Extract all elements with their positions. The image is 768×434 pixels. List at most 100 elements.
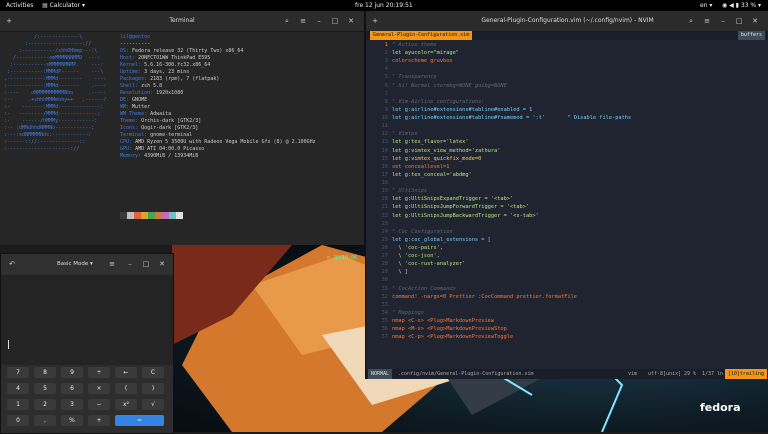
code-line: \ 'coc-json', [392,253,440,260]
calc-key[interactable]: 5 [34,383,56,394]
calc-key[interactable]: 3 [61,399,83,410]
code-line: let ayucolor="mirage" [392,50,459,57]
calc-key[interactable]: C [142,367,164,378]
line-number: 13 [381,139,388,146]
activities-button[interactable]: Activities [6,0,33,11]
line-number: 15 [381,155,388,162]
calc-key[interactable]: 7 [7,367,29,378]
line-number: 3 [384,58,388,65]
line-number: 12 [381,131,388,138]
line-number: 26 [381,245,388,251]
calc-key[interactable]: , [34,415,56,426]
calc-key[interactable]: 4 [7,383,29,394]
line-number: 37 [381,334,388,341]
close-icon[interactable]: ✕ [346,16,356,26]
info-line: Icons: Qogir-dark [GTK2/3] [120,125,199,131]
maximize-icon[interactable]: □ [330,16,340,26]
calc-key[interactable]: 1 [7,399,29,410]
calc-key[interactable]: ) [142,383,164,394]
calc-key[interactable]: 9 [61,367,83,378]
line-number: 20 [381,196,388,203]
color-swatch [127,212,134,219]
terminal-title: Terminal [169,17,195,24]
minimize-icon[interactable]: – [314,16,324,26]
calculator-window[interactable]: ↶ Basic Mode ▾ ≡ – □ ✕ 7 8 9 ÷ ← C 4 5 6 × () 1 2 3− x… [0,253,174,434]
code-line: let g:UltiSnipsExpandTrigger = '<tab>' [392,196,514,203]
info-line: WM Theme: Adwaita [120,111,172,117]
menu-icon[interactable]: ≡ [107,259,117,269]
code-line: let g:UltiSnipsJumpBackwardTrigger = '<s… [392,212,539,219]
calc-key[interactable]: ( [115,383,137,394]
calc-key[interactable]: × [88,383,110,394]
clock[interactable]: fre 12 jun 20:19:51 [355,0,413,11]
code-line: " Vim-Airline configurations: [392,98,485,105]
calc-key[interactable]: 8 [34,367,56,378]
status-icons[interactable]: ◉ ◀ ▮ 33 % ▾ [722,0,761,11]
calculator-display[interactable] [1,275,173,365]
search-icon[interactable]: ⌕ [686,16,696,26]
calc-key[interactable]: x² [115,399,137,410]
code-line: \ 'coc-pairs', [392,245,444,251]
calc-key[interactable]: 6 [61,383,83,394]
nvim-tabline: General-Plugin-Configuration.vim buffers [366,31,768,40]
info-line: Terminal: gnome-terminal [120,132,193,138]
tab-buffers[interactable]: buffers [737,31,765,40]
code-line: let g:tex_flavor='latex' [392,139,469,146]
line-number: 31 [381,285,388,292]
search-icon[interactable]: ⌕ [282,16,292,26]
line-number: 9 [384,106,388,113]
color-swatch [176,212,183,219]
menu-icon[interactable]: ≡ [702,16,712,26]
terminal-output[interactable]: /:-------------\ :------------------:// … [0,32,364,262]
close-icon[interactable]: ✕ [157,259,167,269]
mode-selector[interactable]: Basic Mode ▾ [57,254,93,274]
color-swatch [155,212,162,219]
tab-active-file[interactable]: General-Plugin-Configuration.vim [370,31,473,40]
code-line: " Vimtex [392,131,418,138]
terminal-window[interactable]: + Terminal ⌕ ≡ – □ ✕ /:-------------\ :-… [0,11,365,262]
line-number: 6 [384,82,388,89]
line-number: 35 [381,318,388,325]
maximize-icon[interactable]: □ [734,16,744,26]
app-menu[interactable]: ▦ Calculator ▾ [42,0,85,11]
code-line: set conceallevel=1 [392,163,450,170]
calc-key[interactable]: 2 [34,399,56,410]
calc-key[interactable]: ÷ [88,367,110,378]
code-editor[interactable]: 1 " Active theme 2 let ayucolor="mirage" 3 co… [366,41,768,366]
line-number: 17 [381,171,388,178]
menu-icon[interactable]: ≡ [298,16,308,26]
code-line: " Active theme [392,42,437,48]
code-line: let g:vimtex_view_method='zathura' [392,147,501,154]
line-number: 11 [381,123,388,130]
code-line: let g:vimtex_quickfix_mode=0 [392,155,482,162]
calc-key[interactable]: ← [115,367,137,378]
history-icon[interactable]: ↶ [7,259,17,269]
calc-key[interactable]: 0 [7,415,29,426]
nvim-titlebar[interactable]: + General-Plugin-Configuration.vim (~/.c… [366,11,768,32]
status-encoding: utf-8[unix] [648,371,682,377]
calculator-titlebar[interactable]: ↶ Basic Mode ▾ ≡ – □ ✕ [1,254,173,274]
terminal-titlebar[interactable]: + Terminal ⌕ ≡ – □ ✕ [0,11,364,32]
color-swatch [169,212,176,219]
calc-key[interactable]: % [61,415,83,426]
code-line: nmap <C-s> <Plug>MarkdownPreview [392,318,495,325]
line-number: 33 [381,301,388,308]
line-number: 2 [384,50,388,57]
color-swatch [120,212,127,219]
maximize-icon[interactable]: □ [141,259,151,269]
calc-key[interactable]: √ [142,399,164,410]
minimize-icon[interactable]: – [125,259,135,269]
calc-key[interactable]: = [115,415,164,426]
close-icon[interactable]: ✕ [750,16,760,26]
info-line: OS: Fedora release 32 (Thirty Two) x86_6… [120,48,244,54]
nvim-window[interactable]: + General-Plugin-Configuration.vim (~/.c… [365,11,768,379]
info-line: Memory: 4390MiB / 13934MiB [120,153,199,159]
line-number: 23 [381,220,388,227]
minimize-icon[interactable]: – [718,16,728,26]
calc-key[interactable]: + [88,415,110,426]
line-number: 1 [384,42,388,48]
keyboard-layout[interactable]: en ▾ [700,0,712,11]
calc-key[interactable]: − [88,399,110,410]
code-line: let g:airline#extensions#tabline#enabled… [392,106,533,113]
line-number: 16 [381,163,388,170]
